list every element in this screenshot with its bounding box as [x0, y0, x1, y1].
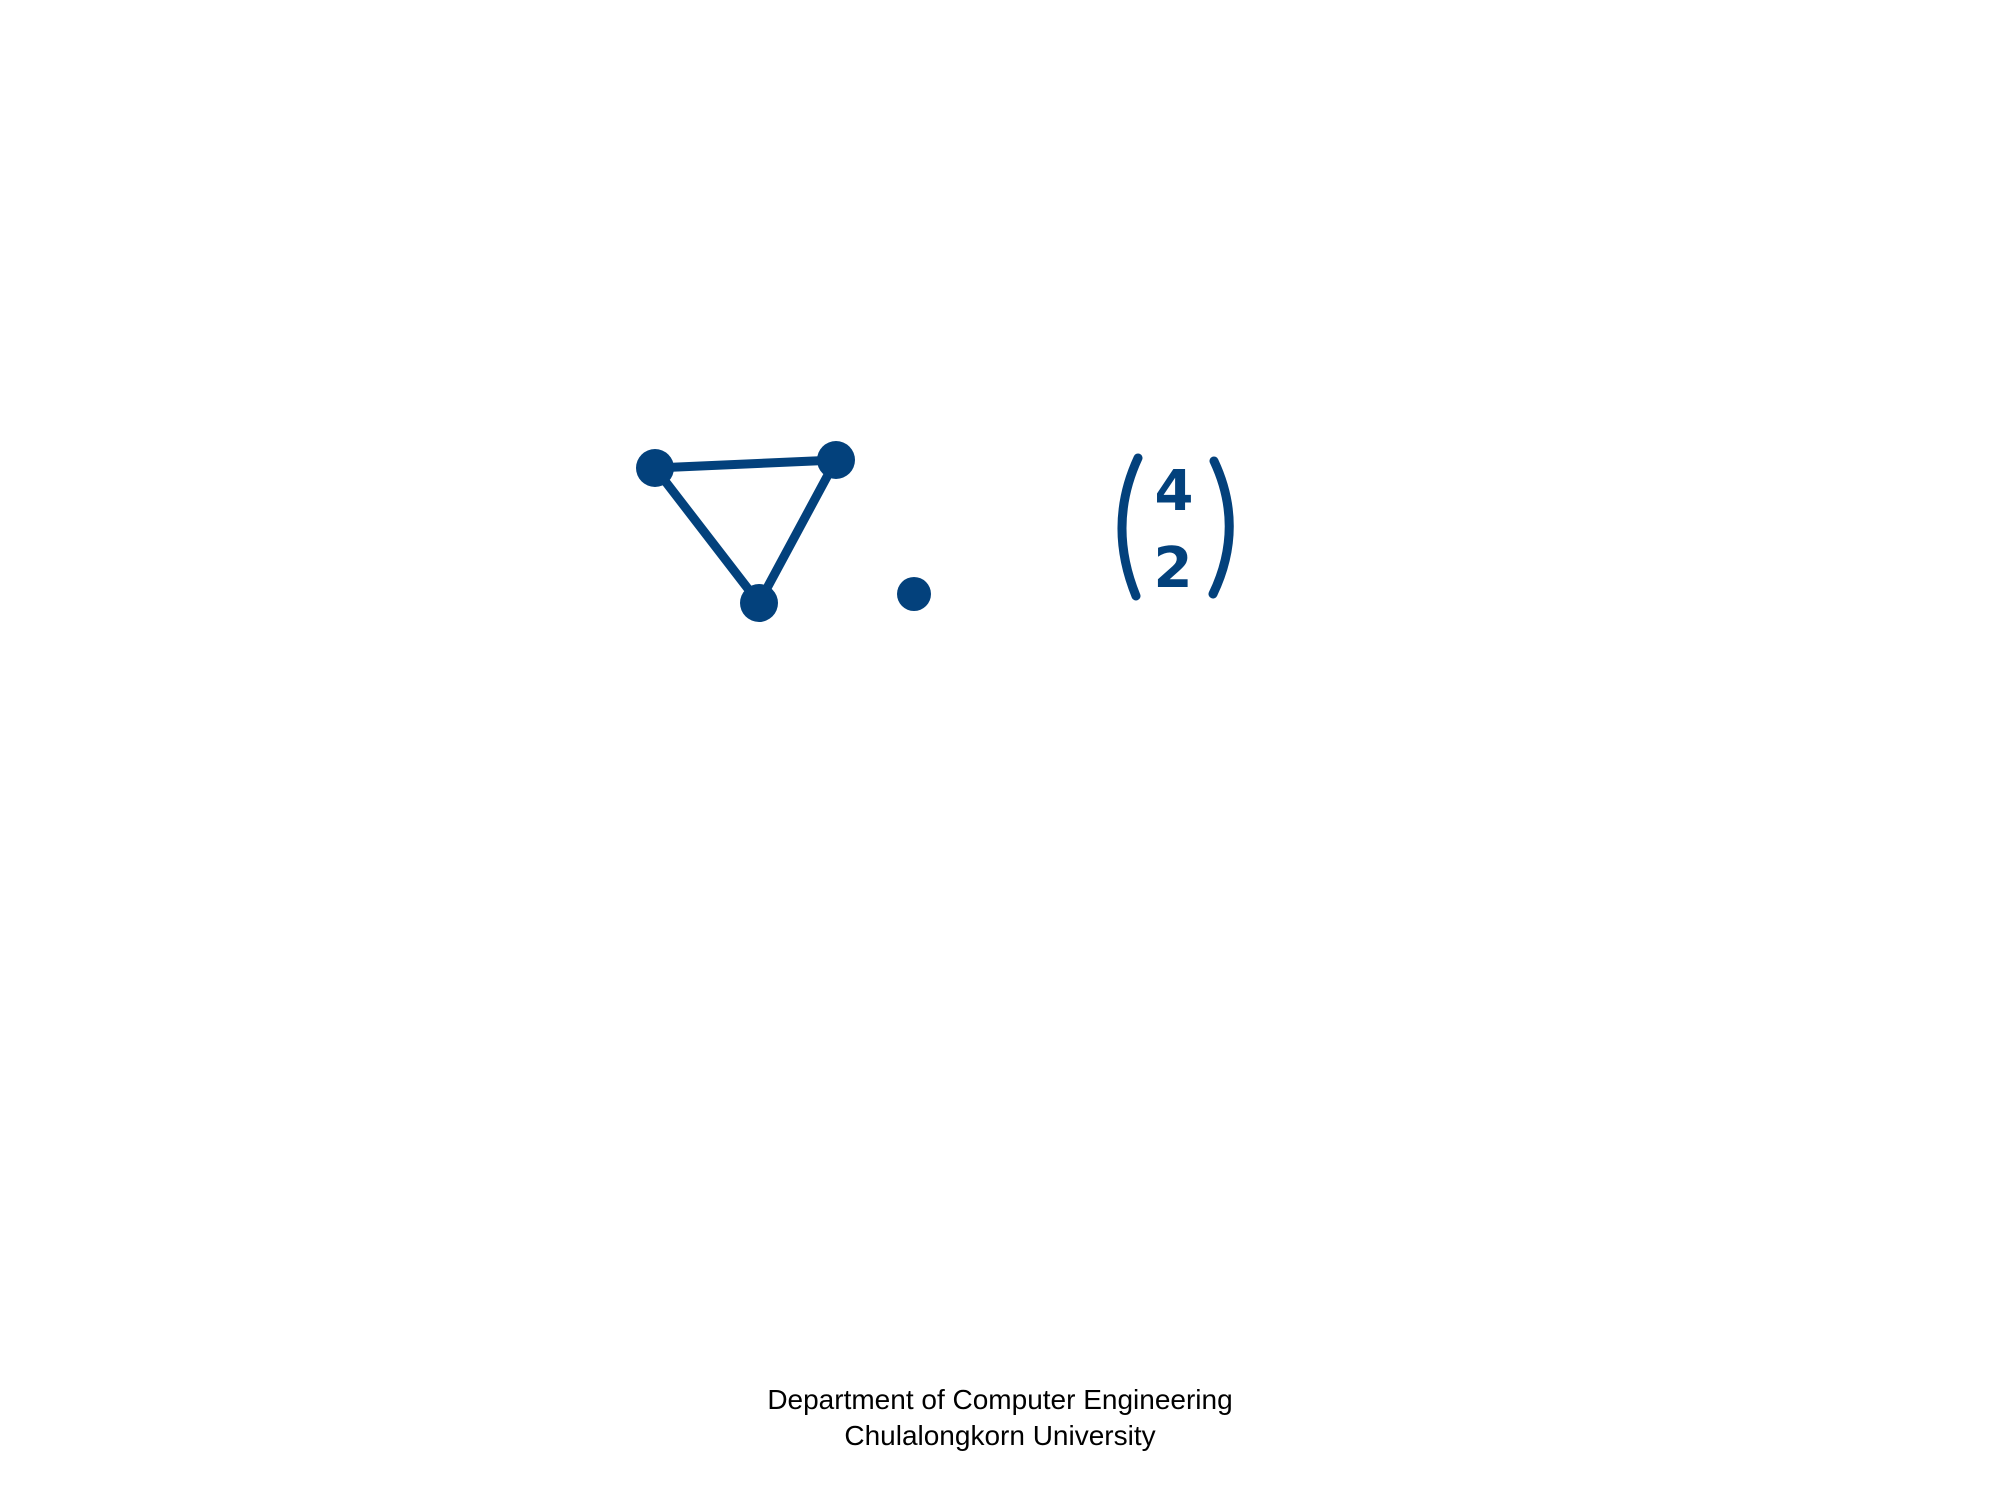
- binomial-top: 4: [1155, 459, 1194, 524]
- footer: Department of Computer Engineering Chula…: [0, 1382, 2000, 1454]
- slide: 4 2 Department of Computer Engineering C…: [0, 0, 2000, 1500]
- graph-node-a: [636, 449, 674, 487]
- diagram-canvas: 4 2: [636, 441, 1234, 622]
- binomial-right-paren: [1208, 456, 1234, 599]
- binomial-bottom: 2: [1154, 536, 1193, 601]
- graph-edge-b-c: [754, 455, 841, 608]
- graph-edge-c-a: [650, 463, 764, 608]
- graph-node-b: [817, 441, 855, 479]
- graph-node-c: [740, 584, 778, 622]
- binomial-coefficient: 4 2: [1117, 453, 1234, 601]
- footer-university: Chulalongkorn University: [844, 1420, 1156, 1451]
- footer-department: Department of Computer Engineering: [767, 1384, 1233, 1415]
- graph-edge-a-b: [650, 455, 841, 473]
- graph-node-d-isolated: [897, 577, 931, 611]
- binomial-left-paren: [1117, 453, 1143, 601]
- graph: [636, 441, 931, 622]
